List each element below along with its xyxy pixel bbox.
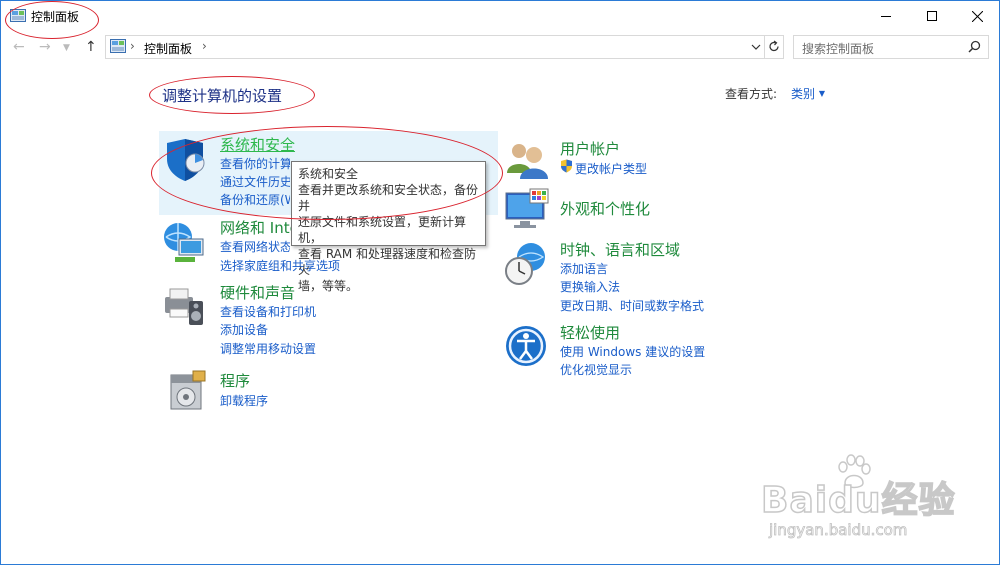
link-change-date-time-format[interactable]: 更改日期、时间或数字格式 [560, 297, 704, 314]
category-ease-of-access[interactable]: 轻松使用 [560, 322, 620, 343]
annotation-oval-system-security [151, 126, 503, 220]
link-mobility-settings[interactable]: 调整常用移动设置 [220, 340, 316, 357]
minimize-icon [881, 16, 891, 17]
chevron-down-icon[interactable] [751, 43, 761, 51]
link-optimize-visual-display[interactable]: 优化视觉显示 [560, 361, 632, 378]
uac-shield-icon [561, 159, 572, 173]
link-uninstall-program[interactable]: 卸载程序 [220, 392, 268, 409]
appearance-icon[interactable] [504, 187, 550, 233]
navigation-bar: ← → ▼ ↑ › 控制面板 › 搜索控制面板 [1, 31, 999, 61]
view-by-value[interactable]: 类别 [791, 87, 815, 101]
back-arrow-icon[interactable]: ← [13, 39, 25, 55]
minimize-button[interactable] [863, 1, 909, 31]
close-button[interactable] [954, 1, 1000, 31]
view-by-dropdown[interactable]: 类别 ▼ [791, 85, 825, 102]
breadcrumb-separator[interactable]: › [202, 39, 207, 53]
maximize-button[interactable] [909, 1, 955, 31]
network-globe-icon[interactable] [161, 219, 207, 265]
annotation-oval-heading [149, 76, 315, 114]
up-arrow-icon[interactable]: ↑ [85, 39, 97, 55]
search-icon[interactable] [968, 40, 981, 53]
link-change-input-method[interactable]: 更换输入法 [560, 278, 620, 295]
link-add-device[interactable]: 添加设备 [220, 321, 268, 338]
category-programs[interactable]: 程序 [220, 370, 250, 391]
category-appearance-personalization[interactable]: 外观和个性化 [560, 198, 650, 219]
annotation-oval-title [5, 1, 99, 39]
close-icon [971, 10, 983, 22]
link-change-account-type[interactable]: 更改帐户类型 [575, 160, 647, 177]
clock-globe-icon[interactable] [503, 241, 549, 287]
search-box[interactable]: 搜索控制面板 [793, 35, 989, 59]
refresh-icon[interactable] [768, 40, 780, 53]
category-clock-language-region[interactable]: 时钟、语言和区域 [560, 239, 680, 260]
search-input[interactable]: 搜索控制面板 [802, 40, 874, 57]
link-network-status[interactable]: 查看网络状态和任务 [220, 238, 290, 255]
link-recommended-settings[interactable]: 使用 Windows 建议的设置 [560, 343, 705, 360]
maximize-icon [927, 11, 937, 21]
dropdown-arrow-icon[interactable]: ▼ [819, 89, 825, 98]
category-user-accounts[interactable]: 用户帐户 [560, 138, 620, 159]
watermark-logo: Baidu经验 [760, 479, 956, 522]
category-hardware-sound[interactable]: 硬件和声音 [220, 282, 295, 303]
user-accounts-icon[interactable] [504, 137, 550, 183]
address-box[interactable]: › 控制面板 › [105, 35, 784, 59]
ease-of-access-icon[interactable] [504, 323, 550, 369]
control-panel-window: 控制面板 ← → ▼ ↑ › 控制面板 › 搜索控制面板 调整计算机的设置 查看… [0, 0, 1000, 565]
breadcrumb-separator[interactable]: › [130, 39, 135, 53]
printer-speaker-icon[interactable] [161, 283, 207, 329]
programs-icon[interactable] [165, 367, 211, 413]
breadcrumb-control-panel[interactable]: 控制面板 [144, 40, 192, 57]
link-add-language[interactable]: 添加语言 [560, 260, 608, 277]
recent-locations-chevron-icon[interactable]: ▼ [63, 43, 70, 53]
forward-arrow-icon[interactable]: → [39, 39, 51, 55]
view-by-label: 查看方式: [725, 87, 778, 101]
link-devices-printers[interactable]: 查看设备和打印机 [220, 303, 316, 320]
tooltip-line: 墙，等等。 [298, 279, 359, 293]
control-panel-location-icon [110, 39, 126, 53]
tooltip-line: 查看 RAM 和处理器速度和检查防火 [298, 247, 477, 277]
baidu-watermark: Baidu经验 jingyan.baidu.com [760, 453, 961, 553]
title-bar: 控制面板 [1, 1, 999, 31]
watermark-url: jingyan.baidu.com [769, 521, 908, 540]
